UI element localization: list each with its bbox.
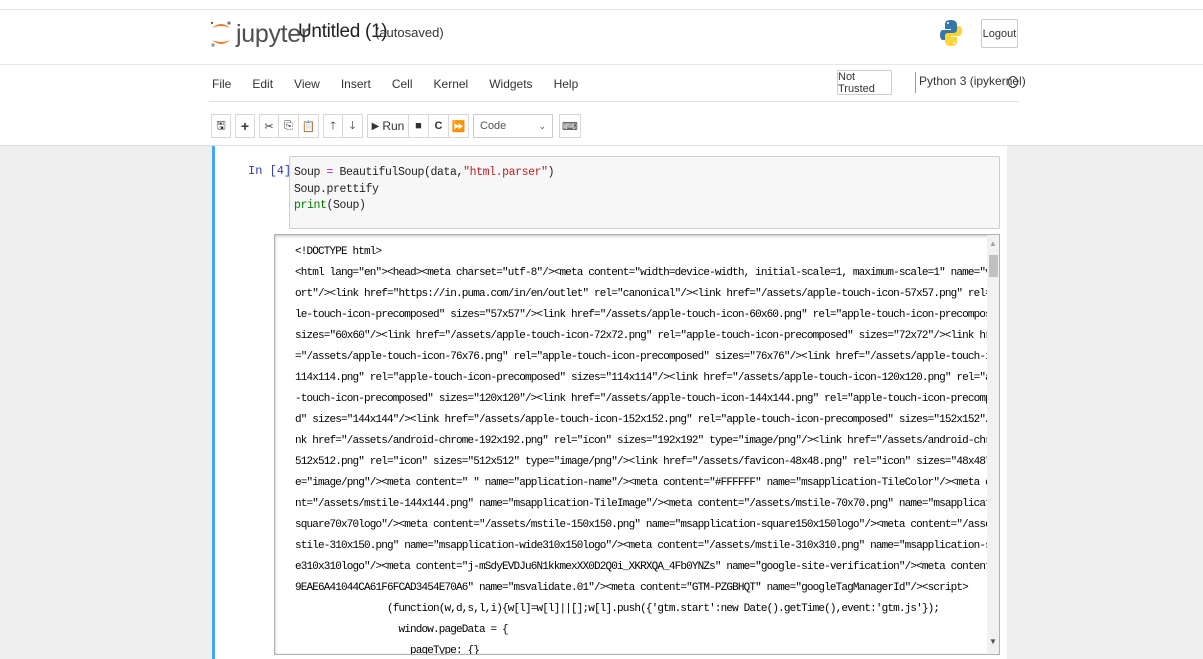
menu-cell[interactable]: Cell bbox=[392, 77, 413, 91]
output-area[interactable]: <!DOCTYPE html> <html lang="en"><head><me… bbox=[274, 234, 1000, 655]
cell-type-value: Code bbox=[480, 120, 507, 132]
autosave-status: (autosaved) bbox=[375, 25, 444, 40]
paste-icon[interactable]: 📋 bbox=[299, 114, 319, 138]
notebook-header bbox=[0, 0, 1203, 146]
menu-view[interactable]: View bbox=[294, 77, 320, 91]
output-line: <html lang="en"><head><meta charset="utf… bbox=[295, 267, 1000, 279]
output-scrollbar[interactable]: ▲ ▼ bbox=[987, 235, 999, 654]
trust-status-button[interactable]: Not Trusted bbox=[837, 70, 892, 95]
menu-insert[interactable]: Insert bbox=[341, 77, 371, 91]
scroll-up-icon[interactable]: ▲ bbox=[989, 239, 997, 248]
run-icon: ▶ bbox=[371, 120, 380, 132]
python-logo-icon bbox=[940, 20, 962, 46]
menu-help[interactable]: Help bbox=[554, 77, 579, 91]
divider bbox=[209, 101, 1019, 102]
command-palette-icon[interactable]: ⌨ bbox=[559, 114, 581, 138]
kernel-idle-indicator-icon bbox=[1008, 76, 1018, 88]
output-line: 114x114.png" rel="apple-touch-icon-preco… bbox=[295, 372, 1000, 384]
output-line: stile-310x150.png" name="msapplication-w… bbox=[295, 540, 1000, 552]
move-up-icon[interactable]: 🡑 bbox=[323, 114, 343, 138]
logout-button[interactable]: Logout bbox=[981, 19, 1018, 48]
output-line: square70x70logo"/><meta content="/assets… bbox=[295, 519, 1000, 531]
chevron-down-icon: ⌄ bbox=[538, 120, 546, 131]
selected-cell-indicator bbox=[212, 146, 215, 659]
divider bbox=[0, 9, 1203, 10]
run-label: Run bbox=[382, 119, 405, 133]
cell-type-select[interactable]: Code ⌄ bbox=[473, 114, 553, 138]
stop-icon[interactable]: ■ bbox=[409, 114, 429, 138]
output-line: <!DOCTYPE html> bbox=[295, 246, 382, 258]
output-line: ="/assets/apple-touch-icon-76x76.png" re… bbox=[295, 351, 1000, 363]
menu-widgets[interactable]: Widgets bbox=[489, 77, 532, 91]
cut-icon[interactable]: ✂ bbox=[259, 114, 279, 138]
output-line: sizes="60x60"/><link href="/assets/apple… bbox=[295, 330, 1000, 342]
output-line: e="image/png"/><meta content=" " name="a… bbox=[295, 477, 1000, 489]
menu-edit[interactable]: Edit bbox=[252, 77, 273, 91]
jupyter-logo[interactable]: jupyter bbox=[209, 20, 309, 48]
scroll-down-icon[interactable]: ▼ bbox=[989, 637, 997, 646]
output-line: nt="/assets/mstile-144x144.png" name="ms… bbox=[295, 498, 1000, 510]
restart-icon[interactable]: C bbox=[429, 114, 449, 138]
output-line: 512x512.png" rel="icon" sizes="512x512" … bbox=[295, 456, 1000, 468]
output-line: window.pageData = { bbox=[295, 624, 509, 636]
code-editor[interactable]: Soup = BeautifulSoup(data,"html.parser")… bbox=[289, 156, 1000, 229]
output-text: <!DOCTYPE html> <html lang="en"><head><me… bbox=[295, 242, 1000, 655]
run-button[interactable]: ▶ Run bbox=[367, 114, 409, 138]
output-line: nk href="/assets/android-chrome-192x192.… bbox=[295, 435, 1000, 447]
scroll-thumb[interactable] bbox=[989, 255, 998, 277]
output-line: (function(w,d,s,l,i){w[l]=w[l]||[];w[l].… bbox=[295, 603, 940, 615]
save-icon[interactable]: 🖫 bbox=[211, 114, 231, 138]
code-line: print(Soup) bbox=[294, 199, 366, 212]
copy-icon[interactable]: ⎘ bbox=[279, 114, 299, 138]
output-line: le-touch-icon-precomposed" sizes="57x57"… bbox=[295, 309, 1000, 321]
notebook-name[interactable]: Untitled (1) bbox=[298, 21, 388, 43]
output-line: 9EAE6A41044CA61F6FCAD3454E70A6" name="ms… bbox=[295, 582, 969, 594]
jupyter-logo-icon bbox=[210, 21, 231, 47]
move-down-icon[interactable]: 🡓 bbox=[343, 114, 363, 138]
code-line: Soup.prettify bbox=[294, 182, 379, 196]
fast-forward-icon[interactable]: ⏩ bbox=[449, 114, 469, 138]
add-cell-icon[interactable]: + bbox=[235, 114, 255, 138]
output-line: d" sizes="144x144"/><link href="/assets/… bbox=[295, 414, 1000, 426]
output-line: pageType: {} bbox=[295, 645, 480, 655]
toolbar: 🖫 + ✂ ⎘ 📋 🡑 🡓 ▶ Run ■ C ⏩ Code ⌄ ⌨ bbox=[211, 113, 581, 139]
code-line: Soup = BeautifulSoup(data,"html.parser") bbox=[294, 166, 555, 179]
menu-kernel[interactable]: Kernel bbox=[434, 77, 469, 91]
menu-file[interactable]: File bbox=[212, 77, 231, 91]
divider bbox=[915, 72, 916, 93]
output-line: e310x310logo"/><meta content="j-mSdyEVDJ… bbox=[295, 561, 1000, 573]
output-line: -touch-icon-precomposed" sizes="120x120"… bbox=[295, 393, 1000, 405]
divider bbox=[0, 64, 1203, 65]
menu-bar: File Edit View Insert Cell Kernel Widget… bbox=[212, 70, 599, 98]
output-line: ort"/><link href="https://in.puma.com/in… bbox=[295, 288, 1000, 300]
